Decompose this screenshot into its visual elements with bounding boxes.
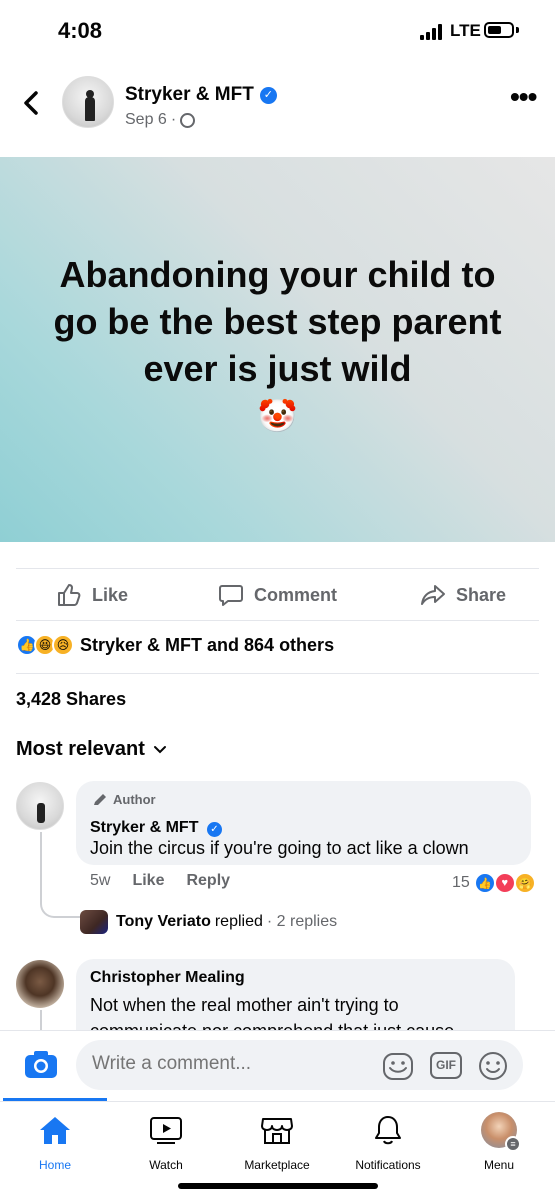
- more-options-button[interactable]: •••: [510, 83, 537, 111]
- share-button[interactable]: Share: [420, 580, 506, 610]
- clown-emoji: 🤡: [257, 398, 298, 434]
- like-label: Like: [92, 584, 129, 605]
- home-indicator: [178, 1183, 378, 1189]
- share-arrow-icon: [421, 585, 445, 605]
- menu-hamburger-icon: ≡: [505, 1136, 521, 1152]
- pencil-icon: [94, 793, 106, 805]
- camera-button[interactable]: [24, 1049, 58, 1079]
- comment-bubble[interactable]: Christopher Mealing Not when the real mo…: [76, 959, 515, 1030]
- status-bar: 4:08 LTE: [0, 0, 555, 60]
- reply-author: Tony Veriato: [116, 913, 211, 930]
- reply-count: · 2 replies: [266, 913, 338, 930]
- comment-input[interactable]: [92, 1053, 372, 1075]
- share-label: Share: [456, 584, 507, 605]
- marketplace-store-icon: [261, 1118, 293, 1144]
- reply-verb: replied: [214, 913, 263, 930]
- comment-like-button[interactable]: Like: [132, 872, 164, 890]
- battery-tip: [516, 27, 519, 33]
- home-icon: [40, 1117, 70, 1144]
- bottom-tab-bar: Home Watch Marketplace Notifications ≡ M…: [0, 1101, 555, 1181]
- sad-reaction-icon: 😥: [52, 634, 74, 656]
- profile-avatar: ≡: [481, 1112, 521, 1152]
- signal-icon: [420, 24, 442, 40]
- comment-author-name[interactable]: Christopher Mealing: [90, 969, 245, 987]
- tab-notifications[interactable]: Notifications: [333, 1110, 443, 1172]
- comment-text: Join the circus if you're going to act l…: [90, 838, 469, 858]
- comment-author-text: Stryker & MFT: [90, 819, 199, 836]
- comment-reactions[interactable]: 15 👍 ♥ 🤗: [452, 872, 536, 894]
- chevron-down-icon: [153, 745, 166, 753]
- tab-notifications-label: Notifications: [355, 1158, 421, 1172]
- tab-menu-label: Menu: [483, 1158, 515, 1172]
- like-reaction-icon: 👍: [473, 872, 496, 894]
- network-label: LTE: [450, 21, 481, 40]
- reactions-summary[interactable]: 👍 😆 😥 Stryker & MFT and 864 others: [16, 634, 334, 656]
- bell-icon: [375, 1116, 401, 1145]
- replies-link[interactable]: Tony Veriato replied · 2 replies: [80, 910, 337, 934]
- gif-button[interactable]: GIF: [430, 1052, 462, 1079]
- love-reaction-icon: ♥: [493, 872, 516, 894]
- post-text: Abandoning your child to go be the best …: [40, 251, 515, 434]
- author-badge: Author: [92, 792, 156, 807]
- tab-marketplace[interactable]: Marketplace: [222, 1110, 332, 1172]
- reply-avatar: [80, 910, 108, 934]
- comment-reaction-count: 15: [452, 874, 470, 891]
- page-name[interactable]: Stryker & MFT ✓: [125, 84, 277, 106]
- avatar-figure: [85, 90, 95, 121]
- shares-count[interactable]: 3,428 Shares: [16, 689, 126, 710]
- composer-divider: [0, 1030, 555, 1031]
- comment-reply-button[interactable]: Reply: [186, 872, 230, 890]
- status-time: 4:08: [58, 18, 103, 43]
- comment-composer[interactable]: GIF: [76, 1040, 523, 1090]
- avatar-figure: [37, 803, 45, 823]
- sort-dropdown[interactable]: Most relevant: [16, 738, 167, 761]
- tab-watch[interactable]: Watch: [111, 1110, 221, 1172]
- thread-line: [40, 832, 80, 918]
- like-button[interactable]: Like: [56, 580, 128, 610]
- comment-actions: 5w Like Reply: [90, 872, 230, 890]
- care-reaction-icon: 🤗: [513, 872, 536, 894]
- post-date[interactable]: Sep 6: [125, 111, 167, 129]
- comment-avatar[interactable]: [16, 782, 64, 830]
- sort-label: Most relevant: [16, 738, 145, 760]
- comment-avatar[interactable]: [16, 960, 64, 1008]
- author-badge-label: Author: [113, 792, 156, 807]
- tab-marketplace-label: Marketplace: [244, 1158, 310, 1172]
- comment-icon: [219, 585, 243, 606]
- tab-watch-label: Watch: [149, 1158, 183, 1172]
- battery-icon: [484, 22, 514, 38]
- meta-separator: ·: [170, 111, 177, 128]
- tab-menu[interactable]: ≡ Menu: [444, 1110, 554, 1172]
- back-button[interactable]: [18, 86, 48, 120]
- post-meta: Sep 6 ·: [125, 111, 196, 129]
- thumbs-up-icon: [58, 584, 81, 606]
- comment-label: Comment: [254, 584, 338, 605]
- emoji-icon[interactable]: [478, 1051, 508, 1081]
- verified-badge-icon: ✓: [259, 86, 277, 104]
- divider: [16, 620, 539, 621]
- comment-time: 5w: [90, 872, 111, 889]
- thread-line: [40, 1010, 42, 1030]
- post-text-body: Abandoning your child to go be the best …: [53, 254, 502, 389]
- tab-home[interactable]: Home: [0, 1110, 110, 1172]
- page-avatar[interactable]: [62, 76, 114, 128]
- post-image[interactable]: Abandoning your child to go be the best …: [0, 157, 555, 542]
- divider: [16, 568, 539, 569]
- watch-video-icon: [150, 1117, 182, 1144]
- chevron-left-icon: [24, 91, 38, 115]
- globe-icon: [180, 112, 196, 128]
- comment-text: Not when the real mother ain't trying to…: [90, 995, 454, 1030]
- comment-button[interactable]: Comment: [218, 580, 337, 610]
- page-name-text: Stryker & MFT: [125, 84, 254, 105]
- sticker-icon[interactable]: [382, 1051, 414, 1081]
- divider: [16, 673, 539, 674]
- reactions-text: Stryker & MFT and 864 others: [80, 634, 335, 655]
- camera-icon: [25, 1051, 57, 1078]
- tab-home-label: Home: [38, 1158, 71, 1172]
